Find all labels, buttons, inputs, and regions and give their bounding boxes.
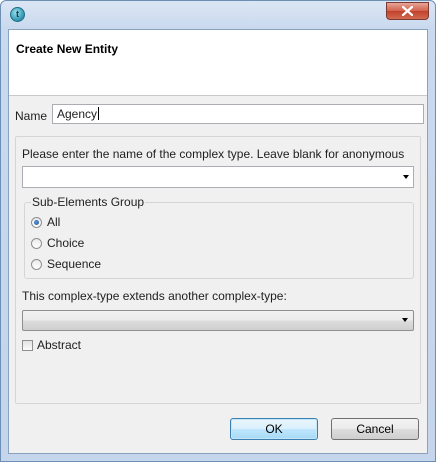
cancel-button[interactable]: Cancel — [331, 418, 419, 440]
complex-type-combo[interactable] — [22, 166, 414, 188]
sub-elements-group-title: Sub-Elements Group — [31, 195, 146, 209]
abstract-label: Abstract — [37, 338, 82, 352]
close-button[interactable] — [386, 2, 429, 20]
title-bar[interactable]: t — [1, 1, 435, 29]
entity-options-panel: Please enter the name of the complex typ… — [15, 136, 421, 404]
radio-choice[interactable]: Choice — [31, 235, 84, 251]
chevron-down-icon[interactable] — [402, 318, 408, 322]
radio-sequence[interactable]: Sequence — [31, 256, 101, 272]
dialog-body: Name Agency Please enter the name of the… — [9, 96, 427, 453]
radio-button[interactable] — [31, 238, 42, 249]
dialog-window: t Create New Entity Name Agency Please e… — [0, 0, 436, 462]
chevron-down-icon[interactable] — [403, 175, 409, 179]
radio-sequence-label: Sequence — [47, 257, 102, 271]
extends-label: This complex-type extends another comple… — [22, 289, 287, 303]
ok-button[interactable]: OK — [230, 418, 318, 440]
page-title: Create New Entity — [16, 42, 119, 56]
radio-all-label: All — [47, 215, 61, 229]
sub-elements-group: Sub-Elements Group All Choice Sequence — [24, 195, 414, 279]
abstract-option[interactable]: Abstract — [22, 337, 81, 353]
app-icon: t — [10, 7, 25, 22]
dialog-header: Create New Entity — [9, 30, 427, 96]
name-input[interactable]: Agency — [52, 104, 424, 124]
abstract-checkbox[interactable] — [22, 340, 33, 351]
radio-button-checked[interactable] — [31, 217, 42, 228]
close-icon — [402, 6, 413, 16]
name-label: Name — [15, 109, 48, 123]
radio-all[interactable]: All — [31, 214, 60, 230]
radio-choice-label: Choice — [47, 236, 85, 250]
text-caret — [98, 107, 100, 120]
extends-combo[interactable] — [22, 310, 414, 331]
name-input-value: Agency — [57, 107, 98, 121]
complex-type-prompt: Please enter the name of the complex typ… — [22, 147, 405, 161]
radio-button[interactable] — [31, 259, 42, 270]
dialog-frame: Create New Entity Name Agency Please ent… — [8, 29, 428, 454]
